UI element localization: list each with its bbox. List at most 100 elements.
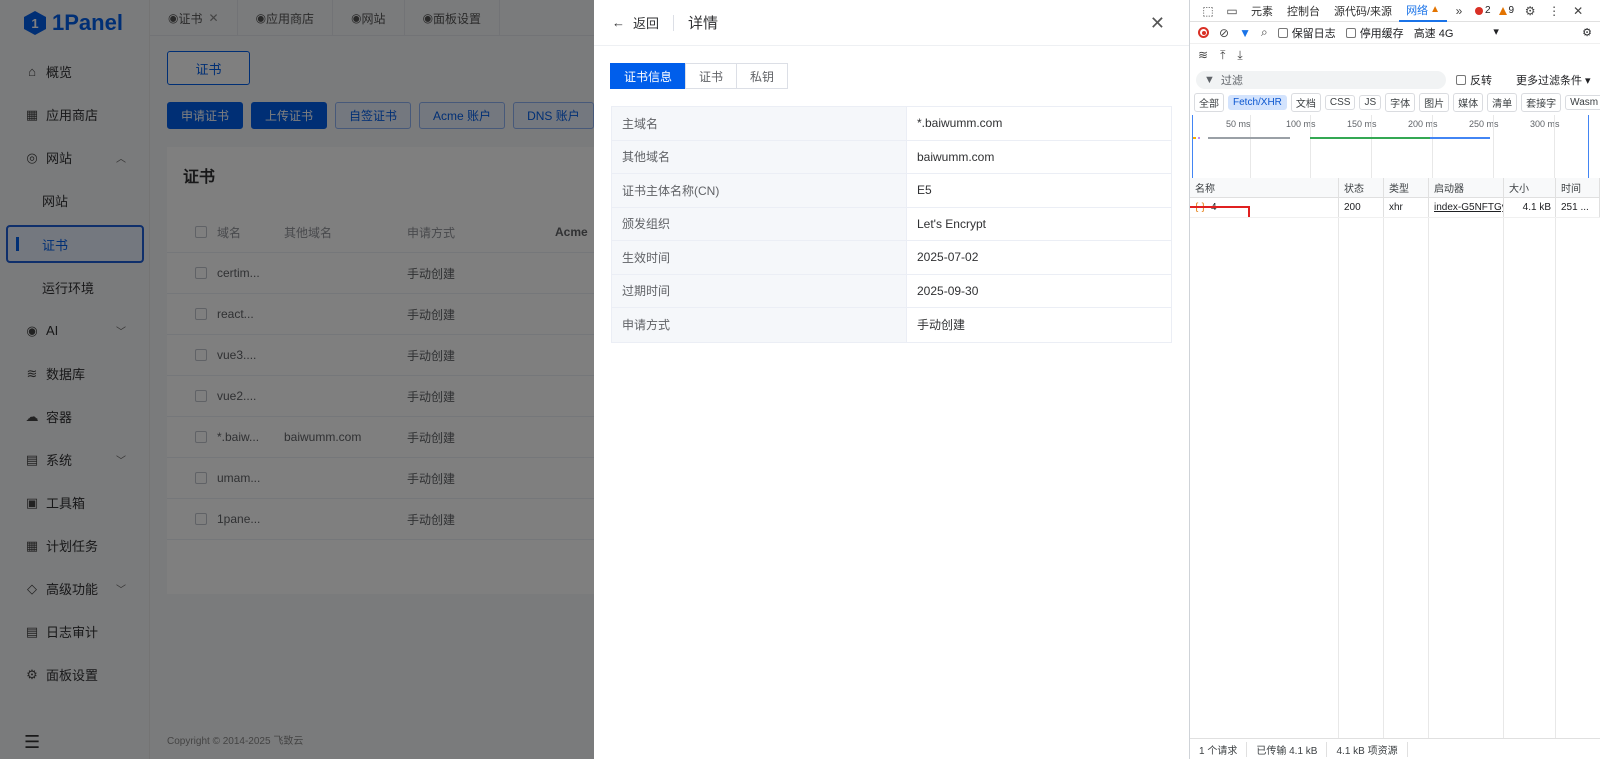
timeline-gridline bbox=[1310, 115, 1311, 180]
close-icon[interactable]: ✕ bbox=[1150, 13, 1165, 34]
throttle-select[interactable]: 高速 4G ▾ bbox=[1414, 25, 1499, 41]
header-divider bbox=[673, 14, 675, 31]
search-icon[interactable]: ⌕ bbox=[1261, 25, 1268, 40]
warning-badge[interactable]: 9 bbox=[1495, 5, 1519, 16]
type-filter-button[interactable]: 字体 bbox=[1385, 92, 1416, 112]
close-devtools-icon[interactable]: ✕ bbox=[1566, 4, 1590, 18]
timeline-segment bbox=[1310, 137, 1380, 139]
network-column-header[interactable]: 启动器 bbox=[1429, 178, 1504, 197]
clear-icon[interactable]: ⊘ bbox=[1219, 26, 1229, 40]
filter-icon[interactable]: ▼ bbox=[1239, 26, 1251, 40]
timeline-load-marker bbox=[1588, 115, 1589, 180]
more-filters-dropdown[interactable]: 更多过滤条件 ▾ bbox=[1516, 72, 1591, 88]
type-filter-button[interactable]: Wasm bbox=[1565, 94, 1600, 110]
col-divider bbox=[1429, 218, 1504, 738]
devtools-panel: ⬚ ▭ 元素 控制台 源代码/来源 网络 ▲ » 2 9 ⚙ ⋮ ✕ ⊘ ▼ ⌕ 保留日… bbox=[1189, 0, 1600, 759]
more-tabs-icon[interactable]: » bbox=[1447, 4, 1471, 18]
devtools-tab[interactable]: 源代码/来源 bbox=[1327, 0, 1399, 22]
request-status: 200 bbox=[1339, 198, 1384, 217]
devtools-tabs: 元素 控制台 源代码/来源 网络 ▲ bbox=[1244, 0, 1447, 22]
network-column-header[interactable]: 类型 bbox=[1384, 178, 1429, 197]
network-status-bar: 1 个请求 已传输 4.1 kB 4.1 kB 项资源 bbox=[1190, 738, 1600, 759]
filter-input[interactable]: ▼ 过滤 bbox=[1196, 71, 1446, 89]
chevron-down-icon: ▾ bbox=[1493, 25, 1499, 38]
request-initiator-link[interactable]: index-G5NFTGy bbox=[1429, 198, 1504, 217]
detail-row: 证书主体名称(CN) E5 bbox=[612, 174, 1171, 208]
upload-icon[interactable]: ⤒ bbox=[1220, 48, 1225, 63]
col-divider bbox=[1339, 218, 1384, 738]
detail-drawer: ← 返回 详情 ✕ 证书信息 证书 私钥 主域名 *.baiwumm.com 其他域名 b… bbox=[594, 0, 1189, 759]
disable-cache-checkbox[interactable]: 停用缓存 bbox=[1345, 25, 1404, 41]
timeline-tick: 250 ms bbox=[1469, 119, 1499, 129]
back-button[interactable]: ← 返回 bbox=[612, 13, 659, 32]
type-filter-button[interactable]: 全部 bbox=[1194, 92, 1224, 112]
filter-placeholder: 过滤 bbox=[1220, 75, 1243, 87]
detail-value: baiwumm.com bbox=[917, 149, 995, 164]
devtools-tabbar: ⬚ ▭ 元素 控制台 源代码/来源 网络 ▲ » 2 9 ⚙ ⋮ ✕ bbox=[1190, 0, 1600, 22]
detail-value: E5 bbox=[917, 183, 932, 198]
kebab-menu-icon[interactable]: ⋮ bbox=[1542, 4, 1566, 18]
warning-count: 9 bbox=[1508, 5, 1515, 16]
network-settings-icon[interactable]: ⚙ bbox=[1582, 26, 1592, 39]
devtools-tab[interactable]: 控制台 bbox=[1280, 0, 1327, 22]
invert-checkbox[interactable]: 反转 bbox=[1456, 72, 1492, 88]
type-filter-button[interactable]: JS bbox=[1359, 94, 1382, 110]
status-text: 已传输 4.1 kB bbox=[1247, 741, 1328, 757]
modal-overlay[interactable] bbox=[0, 0, 594, 759]
download-icon[interactable]: ⤓ bbox=[1237, 48, 1242, 63]
detail-row: 主域名 *.baiwumm.com bbox=[612, 107, 1171, 141]
request-size: 4.1 kB bbox=[1504, 198, 1556, 217]
timeline-tick: 50 ms bbox=[1226, 119, 1251, 129]
resource-type-filters: 全部Fetch/XHR文档CSSJS字体图片媒体清单套接字Wasm其他 bbox=[1190, 91, 1600, 113]
filter-row: ▼ 过滤 反转 更多过滤条件 ▾ bbox=[1190, 69, 1600, 91]
warning-icon bbox=[1498, 6, 1507, 15]
checkbox-icon bbox=[1456, 75, 1466, 85]
drawer-tab[interactable]: 证书 bbox=[685, 63, 738, 89]
type-filter-button[interactable]: Fetch/XHR bbox=[1228, 94, 1287, 110]
checkbox-icon bbox=[1277, 27, 1288, 38]
timeline-dom-marker bbox=[1192, 115, 1193, 180]
request-row[interactable]: {·} 4 200 xhr index-G5NFTGy 4.1 kB 251 .… bbox=[1190, 198, 1600, 218]
device-toggle-icon[interactable]: ▭ bbox=[1220, 4, 1244, 18]
column-dividers bbox=[1190, 218, 1600, 738]
error-badge[interactable]: 2 bbox=[1471, 5, 1495, 16]
detail-label: 主域名 bbox=[612, 107, 907, 140]
type-filter-button[interactable]: 媒体 bbox=[1453, 92, 1484, 112]
network-column-header[interactable]: 大小 bbox=[1504, 178, 1556, 197]
network-column-header[interactable]: 名称 bbox=[1190, 178, 1339, 197]
back-label: 返回 bbox=[633, 16, 660, 31]
devtools-tab[interactable]: 网络 ▲ bbox=[1399, 0, 1447, 22]
timeline-gridline bbox=[1554, 115, 1555, 180]
preserve-log-label: 保留日志 bbox=[1291, 27, 1336, 40]
timeline-tick: 300 ms bbox=[1530, 119, 1560, 129]
request-name-cell: {·} 4 bbox=[1190, 198, 1339, 217]
status-text: 4.1 kB 项资源 bbox=[1327, 741, 1408, 757]
type-filter-button[interactable]: 清单 bbox=[1487, 92, 1518, 112]
network-column-header[interactable]: 状态 bbox=[1339, 178, 1384, 197]
timeline-segment bbox=[1208, 137, 1290, 139]
detail-value: 2025-09-30 bbox=[917, 283, 979, 298]
invert-label: 反转 bbox=[1470, 75, 1492, 87]
disable-cache-label: 停用缓存 bbox=[1359, 27, 1404, 40]
drawer-tab[interactable]: 证书信息 bbox=[610, 63, 687, 89]
col-divider bbox=[1504, 218, 1556, 738]
inspect-icon[interactable]: ⬚ bbox=[1196, 4, 1220, 18]
type-filter-button[interactable]: 图片 bbox=[1419, 92, 1450, 112]
wifi-icon[interactable]: ≋ bbox=[1198, 48, 1208, 62]
certificate-details: 主域名 *.baiwumm.com 其他域名 baiwumm.com 证书主体名称(CN… bbox=[611, 106, 1172, 343]
type-filter-button[interactable]: 套接字 bbox=[1521, 92, 1562, 112]
type-filter-button[interactable]: CSS bbox=[1324, 94, 1356, 110]
detail-row: 其他域名 baiwumm.com bbox=[612, 140, 1171, 174]
network-column-header[interactable]: 时间 bbox=[1556, 178, 1600, 197]
devtools-tab[interactable]: 元素 bbox=[1244, 0, 1280, 22]
detail-value: Let's Encrypt bbox=[917, 216, 986, 231]
drawer-tab[interactable]: 私钥 bbox=[736, 63, 789, 89]
type-filter-button[interactable]: 文档 bbox=[1290, 92, 1321, 112]
network-overview: 50 ms 100 ms 150 ms 200 ms 250 ms 300 ms bbox=[1190, 115, 1600, 180]
preserve-log-checkbox[interactable]: 保留日志 bbox=[1277, 25, 1336, 41]
detail-label: 过期时间 bbox=[612, 274, 907, 307]
detail-label: 申请方式 bbox=[612, 308, 907, 342]
record-icon[interactable] bbox=[1198, 27, 1209, 38]
settings-gear-icon[interactable]: ⚙ bbox=[1518, 4, 1542, 18]
timeline-gridline bbox=[1432, 115, 1433, 180]
